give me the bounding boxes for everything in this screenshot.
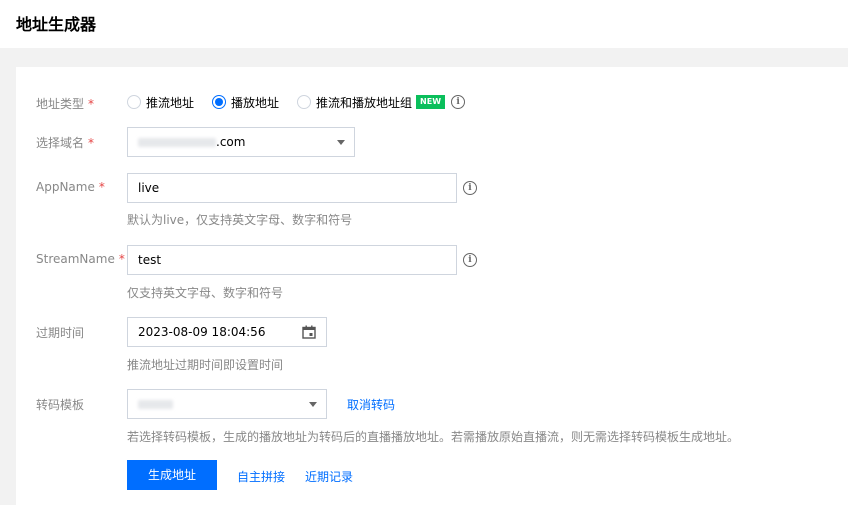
expire-time-value: 2023-08-09 18:04:56	[138, 325, 266, 339]
domain-label: 选择域名 *	[36, 136, 95, 150]
generate-address-button[interactable]: 生成地址	[127, 460, 217, 490]
appname-input[interactable]: live	[127, 173, 457, 203]
transcode-template-select[interactable]	[127, 389, 327, 419]
radio-circle[interactable]	[297, 95, 312, 109]
redacted-domain-prefix	[138, 138, 216, 147]
recent-records-link[interactable]: 近期记录	[305, 468, 353, 485]
appname-value: live	[138, 181, 160, 195]
radio-push-address[interactable]: 推流地址	[127, 94, 194, 111]
radio-play-address[interactable]: 播放地址	[212, 94, 279, 111]
transcode-template-hint: 若选择转码模板，生成的播放地址为转码后的直播播放地址。若需播放原始直播流，则无需…	[127, 430, 740, 444]
calendar-icon[interactable]	[302, 325, 316, 339]
address-generator-form: 地址类型 * 推流地址 播放地址 推流和播放地址组 NEW i 选择域名 * .co…	[16, 67, 848, 505]
address-type-radio-group: 推流地址 播放地址 推流和播放地址组 NEW i	[127, 93, 466, 111]
appname-info-icon[interactable]: i	[463, 181, 477, 195]
expire-time-picker[interactable]: 2023-08-09 18:04:56	[127, 317, 327, 347]
transcode-template-label: 转码模板	[36, 398, 85, 412]
chevron-down-icon	[337, 140, 345, 145]
custom-splice-link[interactable]: 自主拼接	[237, 468, 285, 485]
appname-hint: 默认为live，仅支持英文字母、数字和符号	[127, 213, 353, 227]
radio-push-play-address-group[interactable]: 推流和播放地址组	[297, 94, 412, 111]
radio-circle[interactable]	[127, 95, 141, 109]
redacted-template-name	[138, 400, 173, 409]
streamname-info-icon[interactable]: i	[463, 253, 477, 267]
expire-time-label: 过期时间	[36, 326, 85, 340]
cancel-transcode-link[interactable]: 取消转码	[347, 396, 395, 413]
streamname-input[interactable]: test	[127, 245, 457, 275]
domain-select[interactable]: .com	[127, 127, 355, 157]
domain-value: .com	[216, 135, 246, 149]
appname-label: AppName *	[36, 180, 105, 194]
streamname-label: StreamName *	[36, 252, 125, 266]
address-type-label: 地址类型 *	[36, 97, 95, 111]
page-header: 地址生成器	[0, 0, 848, 48]
streamname-hint: 仅支持英文字母、数字和符号	[127, 286, 284, 300]
radio-circle-checked[interactable]	[212, 95, 227, 109]
chevron-down-icon	[309, 402, 317, 407]
page-title: 地址生成器	[16, 15, 97, 34]
info-icon[interactable]: i	[451, 95, 466, 109]
expire-time-hint: 推流地址过期时间即设置时间	[127, 358, 284, 372]
new-badge: NEW	[416, 95, 446, 109]
streamname-value: test	[138, 253, 162, 267]
